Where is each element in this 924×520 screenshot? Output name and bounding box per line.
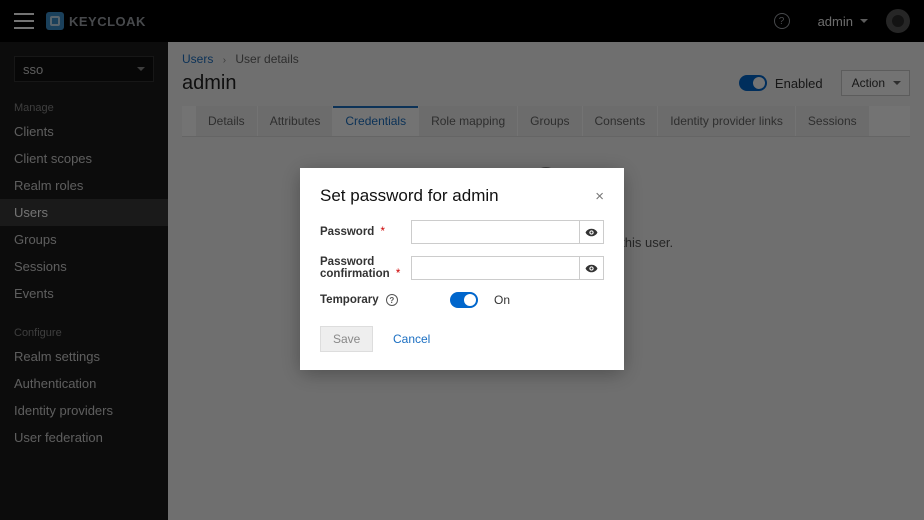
required-asterisk: * <box>396 268 400 280</box>
set-password-modal: Set password for admin × Password * Pass… <box>300 168 624 370</box>
save-button[interactable]: Save <box>320 326 373 352</box>
close-icon[interactable]: × <box>595 189 604 204</box>
password-label-text: Password <box>320 226 374 238</box>
password-confirm-input-wrap <box>411 256 604 280</box>
form-row-password: Password * <box>320 220 604 244</box>
password-label: Password * <box>320 226 411 238</box>
cancel-button[interactable]: Cancel <box>387 331 436 347</box>
temporary-label-text: Temporary <box>320 294 379 306</box>
password-input-wrap <box>411 220 604 244</box>
form-row-password-confirm: Password confirmation * <box>320 256 604 280</box>
modal-title: Set password for admin <box>320 186 499 206</box>
password-input[interactable] <box>412 221 579 243</box>
password-confirm-input[interactable] <box>412 257 579 279</box>
reveal-password-icon[interactable] <box>579 221 603 243</box>
help-icon[interactable]: ? <box>386 294 398 306</box>
temporary-value-label: On <box>494 293 510 307</box>
reveal-password-confirm-icon[interactable] <box>579 257 603 279</box>
password-confirm-label: Password confirmation * <box>320 256 411 280</box>
temporary-toggle[interactable] <box>450 292 478 308</box>
required-asterisk: * <box>381 226 385 238</box>
password-confirm-label-text: Password confirmation <box>320 256 390 280</box>
temporary-label: Temporary ? <box>320 294 450 307</box>
modal-actions: Save Cancel <box>320 326 604 352</box>
form-row-temporary: Temporary ? On <box>320 292 604 308</box>
